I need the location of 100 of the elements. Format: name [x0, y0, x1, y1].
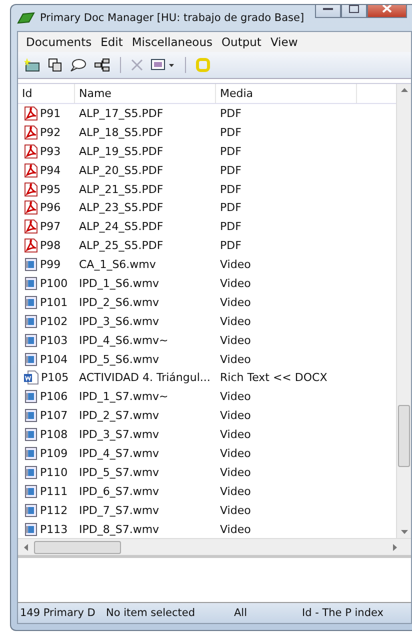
document-id: P111	[40, 484, 68, 498]
media-type: PDF	[220, 239, 242, 252]
document-name: IPD_3_S6.wmv	[79, 314, 160, 328]
film-file-icon	[24, 257, 38, 272]
media-type: Video	[220, 484, 251, 498]
rounded-square-icon	[196, 58, 210, 72]
document-name: ALP_23_S5.PDF	[79, 201, 164, 214]
status-text: No item selected	[106, 607, 196, 619]
film-file-icon	[24, 427, 38, 442]
document-name: IPD_1_S6.wmv	[79, 276, 160, 290]
copy-button[interactable]	[46, 57, 64, 73]
maximize-icon	[349, 5, 360, 13]
document-name: CA_1_S6.wmv	[79, 258, 156, 272]
document-id: P108	[40, 428, 68, 442]
film-file-icon	[24, 522, 38, 537]
up-arrow-icon	[400, 88, 408, 92]
vertical-scrollbar[interactable]	[396, 84, 411, 538]
film-file-icon	[24, 294, 38, 310]
word-document-icon	[24, 370, 39, 386]
document-name: IPD_4_S6.wmv~	[79, 334, 168, 347]
document-name: IPD_8_S7.wmv	[79, 522, 160, 536]
scrollbar-thumb[interactable]	[34, 540, 121, 554]
pdf-file-icon	[24, 238, 38, 254]
status-text: All	[234, 607, 248, 619]
down-arrow-icon	[400, 530, 408, 534]
horizontal-scrollbar[interactable]	[18, 538, 411, 555]
pdf-file-icon	[24, 106, 38, 121]
document-name: ALP_21_S5.PDF	[79, 182, 164, 196]
comment-button[interactable]	[68, 57, 88, 73]
pdf-file-icon	[24, 200, 38, 216]
document-id: P110	[40, 466, 68, 479]
film-file-icon	[24, 332, 38, 348]
film-file-icon	[24, 408, 38, 424]
document-id: P97	[40, 220, 61, 234]
media-type: Video	[220, 334, 251, 347]
media-type: Video	[220, 522, 251, 536]
media-type: Video	[220, 446, 251, 460]
status-text: Id - The P index	[302, 607, 384, 619]
new-document-button[interactable]	[22, 57, 42, 73]
minimize-icon	[323, 6, 334, 10]
film-file-icon	[24, 314, 38, 329]
document-id: P92	[40, 126, 61, 139]
column-header[interactable]: Id	[18, 84, 75, 103]
document-id: P107	[40, 409, 68, 422]
pdf-file-icon	[24, 144, 38, 159]
hierarchy-icon	[94, 58, 110, 72]
scrollbar-thumb[interactable]	[398, 405, 410, 467]
column-header[interactable]: Name	[75, 84, 216, 103]
media-type: Rich Text << DOCX	[220, 371, 328, 384]
network-button[interactable]	[92, 57, 112, 73]
document-id: P113	[40, 522, 68, 536]
left-arrow-icon	[24, 544, 28, 550]
media-type: Video	[220, 390, 251, 404]
media-type: Video	[220, 504, 251, 517]
film-file-icon	[24, 502, 38, 518]
media-type: PDF	[220, 106, 242, 120]
column-header[interactable]: Media	[216, 84, 357, 103]
document-id: P112	[40, 504, 68, 517]
menu-item[interactable]: Miscellaneous	[128, 33, 216, 51]
media-type: PDF	[220, 201, 242, 214]
film-file-icon	[24, 389, 38, 404]
document-name: ALP_19_S5.PDF	[79, 144, 164, 158]
media-type: Video	[220, 314, 251, 328]
table-caret-icon	[151, 59, 175, 71]
document-name: IPD_1_S7.wmv~	[79, 390, 168, 404]
menu-item[interactable]: Edit	[96, 33, 127, 51]
film-file-icon	[24, 464, 38, 480]
media-type: Video	[220, 352, 251, 366]
document-name: ALP_18_S5.PDF	[79, 126, 164, 139]
menu-item[interactable]: Documents	[22, 33, 96, 51]
document-id: P96	[40, 201, 61, 214]
document-name: IPD_4_S7.wmv	[79, 446, 160, 460]
folder-star-icon	[24, 58, 40, 72]
document-name: ALP_24_S5.PDF	[79, 220, 164, 234]
document-id: P109	[40, 446, 68, 460]
media-type: Video	[220, 296, 251, 309]
document-id: P101	[40, 296, 68, 309]
document-name: IPD_3_S7.wmv	[79, 428, 160, 442]
menu-item[interactable]: Output	[217, 33, 266, 51]
document-id: P103	[40, 334, 68, 347]
media-type: PDF	[220, 220, 242, 234]
media-type: PDF	[220, 144, 242, 158]
document-id: P100	[40, 276, 68, 290]
close-icon	[382, 5, 392, 13]
document-id: P98	[40, 239, 61, 252]
menu-item[interactable]: View	[266, 33, 302, 51]
film-file-icon	[24, 484, 38, 499]
film-file-icon	[24, 276, 38, 291]
view-dropdown-button[interactable]	[149, 58, 177, 72]
media-type: Video	[220, 276, 251, 290]
speech-bubble-icon	[70, 58, 86, 72]
document-id: P102	[40, 314, 68, 328]
app-icon	[17, 12, 35, 24]
document-name: ALP_25_S5.PDF	[79, 239, 164, 252]
media-type: PDF	[220, 164, 242, 177]
media-type: Video	[220, 428, 251, 442]
status-text: 149 Primary D	[19, 607, 96, 619]
document-id: P106	[40, 390, 68, 404]
document-id: P93	[40, 144, 61, 158]
media-type: Video	[220, 258, 251, 272]
